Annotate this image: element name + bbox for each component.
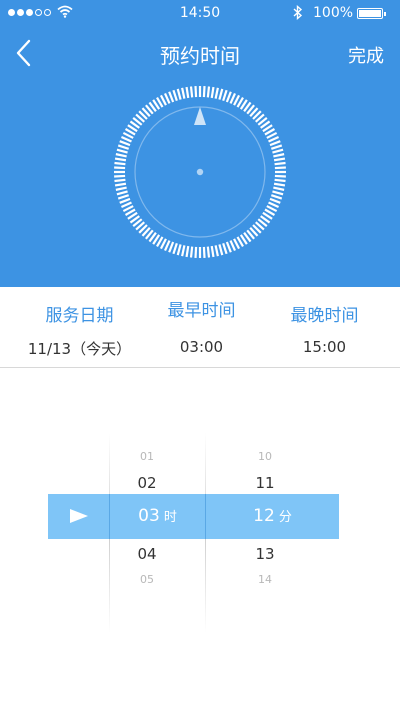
clock-tick — [117, 144, 130, 150]
clock-tick — [274, 166, 286, 170]
clock-tick — [270, 194, 283, 200]
selected-minute[interactable]: 12 分 — [206, 494, 339, 539]
earliest-time-value: 03:00 — [179, 338, 224, 356]
clock-tick — [115, 153, 127, 158]
clock-tick — [225, 241, 232, 253]
status-bar: 14:50 100% — [0, 0, 400, 26]
clock-tick — [274, 161, 286, 166]
clock-tick — [194, 86, 198, 98]
clock-tick — [172, 89, 178, 102]
selected-hour[interactable]: 03 时 — [110, 494, 205, 539]
battery-icon — [357, 8, 386, 19]
clock-tick — [222, 242, 228, 255]
clock-tick — [189, 86, 194, 98]
clock-tick — [229, 92, 236, 104]
clock-tick — [206, 246, 211, 258]
minute-option[interactable]: 13 — [228, 545, 302, 563]
clock-tick — [269, 140, 281, 147]
clock-tick — [120, 136, 132, 143]
minute-unit-label: 分 — [278, 510, 292, 525]
clock-tick — [206, 86, 211, 98]
clock-tick — [181, 87, 186, 99]
clock-tick — [114, 157, 127, 162]
clock-tick — [269, 197, 281, 204]
done-button[interactable]: 完成 — [348, 42, 384, 68]
clock-tick — [222, 89, 228, 102]
hour-option[interactable]: 01 — [110, 450, 184, 463]
hour-option[interactable]: 05 — [110, 573, 184, 586]
clock-tick — [114, 161, 126, 166]
earliest-time-column[interactable]: 最早时间 03:00 — [135, 287, 268, 356]
clock-tick — [168, 91, 175, 103]
clock-tick — [114, 174, 126, 178]
clock-tick — [274, 174, 286, 178]
clock-tick — [176, 244, 182, 256]
clock-tick — [119, 140, 131, 147]
service-date-label: 服务日期 — [45, 306, 114, 326]
clock-tick — [181, 245, 186, 257]
page-title: 预约时间 — [160, 44, 240, 68]
clock-tick — [273, 182, 286, 187]
clock-tick — [218, 88, 224, 100]
header: 14:50 100% 预约时间 完成 — [0, 0, 400, 287]
time-picker[interactable]: 01 02 04 05 10 11 13 14 03 时 12 分 — [0, 368, 400, 710]
clock-tick — [114, 182, 127, 187]
clock-tick — [164, 240, 171, 252]
clock-tick — [185, 245, 190, 258]
hour-option[interactable]: 02 — [110, 474, 184, 492]
clock-tick — [272, 148, 284, 154]
earliest-time-label: 最早时间 — [167, 301, 236, 321]
clock-tick — [176, 88, 182, 100]
selected-hour-value: 03 — [138, 506, 160, 526]
clock-tick — [116, 190, 128, 196]
clock-tick — [114, 166, 126, 170]
clock-tick — [268, 201, 280, 208]
clock-tick — [117, 194, 130, 200]
service-date-column[interactable]: 服务日期 11/13（今天） — [13, 287, 146, 359]
clock-tick — [273, 157, 286, 162]
clock-tick — [120, 201, 132, 208]
clock-tick — [274, 178, 286, 183]
clock-tick — [189, 246, 194, 258]
clock-tick — [172, 242, 178, 255]
clock-tick — [164, 92, 171, 104]
minute-option[interactable]: 14 — [228, 573, 302, 586]
time-info-row: 服务日期 11/13（今天） 最早时间 03:00 最晚时间 15:00 — [0, 287, 400, 368]
clock-dial-icon — [114, 86, 286, 258]
clock-tick — [185, 86, 190, 99]
clock-tick — [168, 241, 175, 253]
clock-tick — [202, 86, 206, 98]
clock-tick — [214, 87, 219, 99]
clock-tick — [273, 153, 285, 158]
clock-tick — [116, 148, 128, 154]
latest-time-value: 15:00 — [302, 338, 347, 356]
selected-minute-value: 12 — [253, 506, 275, 526]
clock-tick — [225, 91, 232, 103]
clock-tick — [210, 86, 215, 99]
clock-tick — [268, 136, 280, 143]
clock-tick — [214, 245, 219, 257]
hour-option[interactable]: 04 — [110, 545, 184, 563]
clock-tick — [202, 246, 206, 258]
clock-tick — [114, 178, 126, 183]
clock-tick — [210, 245, 215, 258]
latest-time-column[interactable]: 最晚时间 15:00 — [258, 287, 391, 356]
battery-percentage: 100% — [313, 5, 354, 21]
selection-highlight: 03 时 12 分 — [48, 494, 339, 539]
minute-option[interactable]: 11 — [228, 474, 302, 492]
clock-tick — [273, 186, 285, 191]
clock-tick — [115, 186, 127, 191]
clock-tick — [218, 244, 224, 256]
clock-tick — [194, 246, 198, 258]
hour-unit-label: 时 — [163, 510, 177, 525]
minute-option[interactable]: 10 — [228, 450, 302, 463]
latest-time-label: 最晚时间 — [290, 306, 359, 326]
service-date-value: 11/13（今天） — [27, 340, 132, 358]
play-arrow-icon — [70, 509, 88, 523]
clock-tick — [229, 240, 236, 252]
clock-tick — [270, 144, 283, 150]
bluetooth-icon — [293, 5, 303, 20]
clock-tick — [272, 190, 284, 196]
clock-tick — [119, 197, 131, 204]
